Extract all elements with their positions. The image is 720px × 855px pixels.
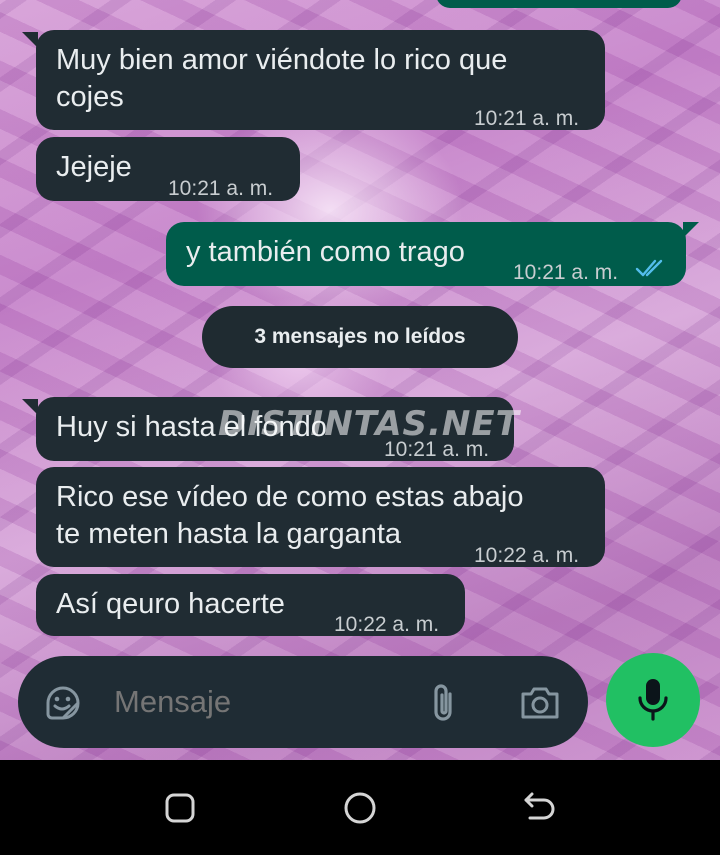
sticker-smile-icon[interactable] (42, 682, 84, 729)
system-navigation-bar (0, 760, 720, 855)
message-text-line: Rico ese vídeo de como estas abajo (56, 481, 524, 513)
message-composer[interactable] (18, 656, 588, 748)
message-time: 10:22 a. m. (474, 544, 580, 567)
chat-wallpaper: Muy bien amor viéndote lo rico que cojes… (0, 0, 720, 760)
message-bubble-incoming[interactable]: Jejeje 10:21 a. m. (36, 137, 300, 201)
message-text-line: Muy bien amor viéndote lo rico que (56, 44, 508, 76)
camera-icon[interactable] (518, 684, 562, 727)
message-time: 10:21 a. m. (168, 177, 274, 200)
message-bubble-partial[interactable] (436, 0, 682, 8)
message-bubble-outgoing[interactable]: y también como trago 10:21 a. m. (166, 222, 686, 286)
unread-messages-divider: 3 mensajes no leídos (202, 306, 518, 368)
message-time: 10:22 a. m. (334, 613, 440, 636)
message-text: Así qeuro hacerte (56, 588, 285, 620)
recents-button[interactable] (164, 792, 196, 829)
message-text: y también como trago (186, 236, 465, 268)
message-text: Rico ese vídeo de como estas abajo te me… (56, 479, 524, 553)
message-bubble-incoming[interactable]: Así qeuro hacerte 10:22 a. m. (36, 574, 465, 636)
double-check-icon (635, 252, 667, 289)
message-time: 10:21 a. m. (513, 261, 619, 284)
paperclip-icon[interactable] (426, 682, 462, 729)
voice-message-button[interactable] (606, 653, 700, 747)
message-bubble-incoming[interactable]: Rico ese vídeo de como estas abajo te me… (36, 467, 605, 567)
home-button[interactable] (343, 791, 377, 830)
message-text: Jejeje (56, 151, 132, 183)
message-bubble-incoming[interactable]: Muy bien amor viéndote lo rico que cojes… (36, 30, 605, 130)
message-text-line: cojes (56, 81, 124, 113)
message-time: 10:21 a. m. (474, 107, 580, 130)
back-button[interactable] (522, 792, 556, 829)
microphone-icon (637, 677, 669, 728)
message-input[interactable] (114, 682, 394, 722)
watermark: DISTINTAS.NET (218, 404, 520, 444)
message-text-line: te meten hasta la garganta (56, 518, 402, 550)
message-text: Muy bien amor viéndote lo rico que cojes (56, 42, 507, 116)
